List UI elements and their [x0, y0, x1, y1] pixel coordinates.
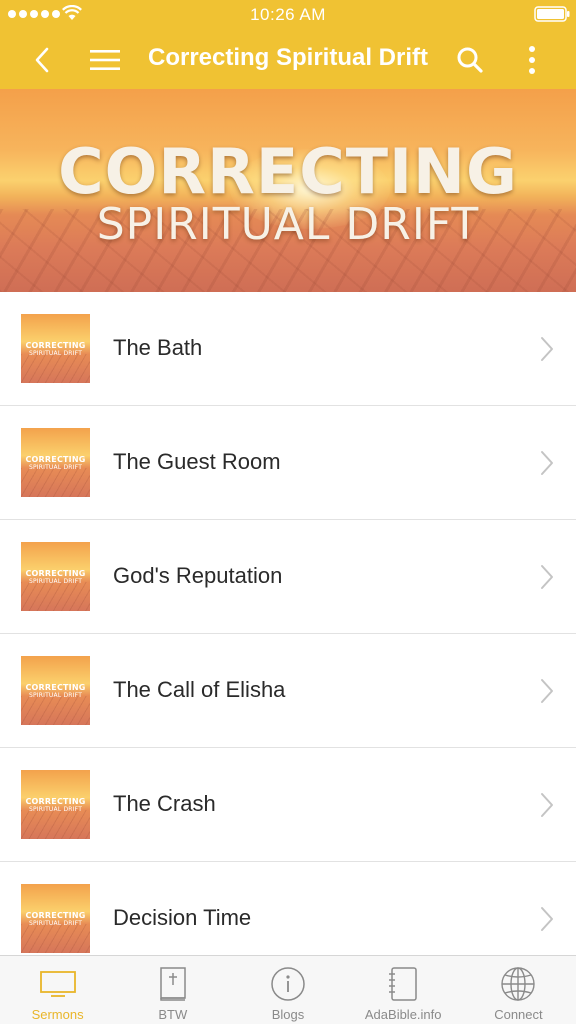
thumbnail-title-line2: SPIRITUAL DRIFT — [28, 578, 83, 585]
chevron-left-icon — [35, 47, 49, 73]
list-item[interactable]: CORRECTING SPIRITUAL DRIFT The Call of E… — [0, 634, 576, 748]
tab-sermons[interactable]: Sermons — [0, 956, 115, 1024]
more-vertical-icon — [529, 46, 535, 74]
thumbnail-title-line1: CORRECTING — [25, 797, 86, 806]
page-title: Correcting Spiritual Drift — [147, 44, 429, 71]
info-icon — [271, 967, 305, 1001]
nav-bar: Correcting Spiritual Drift — [0, 30, 576, 89]
tab-blogs[interactable]: Blogs — [230, 956, 345, 1024]
more-button[interactable] — [514, 42, 550, 78]
sermon-title: Decision Time — [113, 905, 252, 930]
sermon-thumbnail: CORRECTING SPIRITUAL DRIFT — [21, 542, 90, 611]
bible-icon — [160, 967, 186, 1001]
thumbnail-title-line1: CORRECTING — [25, 683, 86, 692]
status-bar: 10:26 AM — [0, 0, 576, 30]
thumbnail-title-line1: CORRECTING — [25, 341, 86, 350]
thumbnail-title-line2: SPIRITUAL DRIFT — [28, 920, 83, 927]
sermon-title: The Guest Room — [113, 449, 281, 474]
search-button[interactable] — [452, 42, 488, 78]
banner-title-line2: SPIRITUAL DRIFT — [96, 199, 480, 250]
search-icon — [457, 47, 483, 73]
chevron-right-icon — [541, 793, 553, 817]
sermon-thumbnail: CORRECTING SPIRITUAL DRIFT — [21, 656, 90, 725]
tab-label: Sermons — [31, 1007, 84, 1022]
tab-label: BTW — [158, 1007, 188, 1022]
chevron-right-icon — [541, 451, 553, 475]
sermon-title: God's Reputation — [113, 563, 283, 588]
tab-btw[interactable]: BTW — [115, 956, 230, 1024]
list-item[interactable]: CORRECTING SPIRITUAL DRIFT The Crash — [0, 748, 576, 862]
thumbnail-title-line1: CORRECTING — [25, 455, 86, 464]
back-button[interactable] — [24, 42, 60, 78]
tab-adabible[interactable]: AdaBible.info — [346, 956, 461, 1024]
chevron-right-icon — [541, 565, 553, 589]
sermon-thumbnail: CORRECTING SPIRITUAL DRIFT — [21, 770, 90, 839]
list-item[interactable]: CORRECTING SPIRITUAL DRIFT The Guest Roo… — [0, 406, 576, 520]
sermon-title: The Crash — [113, 791, 216, 816]
sermon-list: CORRECTING SPIRITUAL DRIFT The Bath CORR… — [0, 292, 576, 955]
sermon-thumbnail: CORRECTING SPIRITUAL DRIFT — [21, 428, 90, 497]
thumbnail-title-line1: CORRECTING — [25, 569, 86, 578]
banner-title-line1: CORRECTING — [58, 135, 518, 208]
chevron-right-icon — [541, 337, 553, 361]
list-item[interactable]: CORRECTING SPIRITUAL DRIFT The Bath — [0, 292, 576, 406]
tab-label: AdaBible.info — [364, 1007, 442, 1022]
thumbnail-title-line1: CORRECTING — [25, 911, 86, 920]
tab-bar: Sermons BTW Blogs AdaBible.info Connect — [0, 955, 576, 1024]
battery-icon — [534, 6, 570, 22]
series-banner: CORRECTING SPIRITUAL DRIFT — [0, 89, 576, 292]
status-time: 10:26 AM — [250, 5, 326, 24]
sermon-thumbnail: CORRECTING SPIRITUAL DRIFT — [21, 884, 90, 953]
tab-label: Connect — [494, 1007, 543, 1022]
notebook-icon — [389, 967, 417, 1001]
sermon-thumbnail: CORRECTING SPIRITUAL DRIFT — [21, 314, 90, 383]
chevron-right-icon — [541, 679, 553, 703]
globe-icon — [501, 967, 536, 1001]
tab-label: Blogs — [271, 1007, 305, 1022]
thumbnail-title-line2: SPIRITUAL DRIFT — [28, 806, 83, 813]
thumbnail-title-line2: SPIRITUAL DRIFT — [28, 692, 83, 699]
thumbnail-title-line2: SPIRITUAL DRIFT — [28, 464, 83, 471]
chevron-right-icon — [541, 907, 553, 931]
sermon-title: The Call of Elisha — [113, 677, 286, 702]
tv-icon — [39, 971, 76, 997]
sermon-title: The Bath — [113, 335, 203, 360]
thumbnail-title-line2: SPIRITUAL DRIFT — [28, 350, 83, 357]
list-item[interactable]: CORRECTING SPIRITUAL DRIFT Decision Time — [0, 862, 576, 955]
app-header: 10:26 AM Correcting Spiritual Drift — [0, 0, 576, 89]
tab-connect[interactable]: Connect — [461, 956, 576, 1024]
list-item[interactable]: CORRECTING SPIRITUAL DRIFT God's Reputat… — [0, 520, 576, 634]
